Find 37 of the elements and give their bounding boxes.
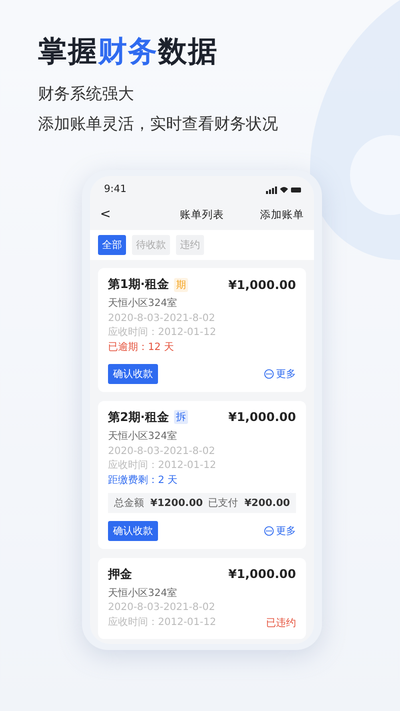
paid-amount: 已支付 ¥200.00 — [208, 496, 290, 510]
bill-title: 第1期·租金 — [108, 276, 169, 293]
bill-address: 天恒小区324室 — [108, 430, 178, 444]
bill-period: 2020-8-03-2021-8-02 — [108, 444, 216, 459]
bill-status: 已违约 — [266, 616, 296, 630]
bill-tag: 期 — [174, 278, 188, 292]
status-time: 9:41 — [104, 184, 126, 195]
confirm-button[interactable]: 确认收款 — [108, 364, 158, 384]
bill-due-date: 应收时间：2012-01-12 — [108, 326, 216, 340]
bill-notice: 已逾期：12 天 — [108, 341, 175, 356]
filter-tab[interactable]: 全部 — [98, 235, 126, 255]
headline: 掌握财务数据 — [38, 33, 219, 70]
more-icon — [264, 368, 274, 379]
bill-due-date: 应收时间：2012-01-12 — [108, 459, 216, 474]
back-button[interactable]: < — [100, 207, 170, 222]
bill-amount: ¥1,000.00 — [228, 567, 296, 582]
add-bill-button[interactable]: 添加账单 — [234, 208, 304, 222]
bill-amount: ¥1,000.00 — [228, 278, 296, 292]
bill-address: 天恒小区324室 — [108, 586, 178, 601]
subtitle: 添加账单灵活，实时查看财务状况 — [38, 114, 279, 134]
bill-title: 押金 — [108, 566, 132, 583]
bill-title: 第2期·租金 — [108, 408, 169, 426]
bill-tag: 拆 — [174, 410, 188, 424]
bill-notice: 距缴费剩：2 天 — [108, 474, 179, 488]
bill-address: 天恒小区324室 — [108, 297, 178, 311]
more-button[interactable]: 更多 — [264, 366, 296, 381]
more-icon — [264, 526, 274, 536]
bill-due-date: 应收时间：2012-01-12 — [108, 616, 216, 630]
confirm-button[interactable]: 确认收款 — [108, 520, 158, 541]
page-title: 账单列表 — [179, 208, 225, 222]
subtitle: 财务系统强大 — [38, 84, 135, 104]
bill-amount: ¥1,000.00 — [228, 410, 296, 424]
more-button[interactable]: 更多 — [264, 524, 296, 538]
total-amount: 总金额 ¥1200.00 — [114, 496, 203, 510]
bill-period: 2020-8-03-2021-8-02 — [108, 601, 216, 616]
status-icons — [266, 186, 302, 194]
bill-period: 2020-8-03-2021-8-02 — [108, 312, 216, 326]
